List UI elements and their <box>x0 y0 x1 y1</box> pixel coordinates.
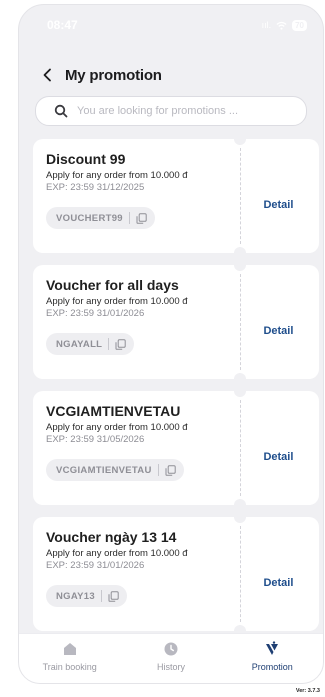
ticket-divider <box>240 274 241 370</box>
copy-icon[interactable] <box>115 338 126 350</box>
chevron-left-icon <box>43 68 51 82</box>
ticket-notch <box>234 511 246 523</box>
bottom-tab-bar: Train booking History Promotion <box>19 633 323 683</box>
ticket-notch <box>234 247 246 259</box>
voucher-card: Voucher for all days Apply for any order… <box>33 259 319 385</box>
voucher-action: Detail <box>237 139 319 253</box>
app-screen: 08:47 ııl. 70 My promotion Discount 99 A… <box>18 4 324 684</box>
voucher-list: Discount 99 Apply for any order from 10.… <box>33 133 319 643</box>
voucher-expiry: EXP: 23:59 31/12/2025 <box>46 182 145 193</box>
ticket-notch <box>234 133 246 145</box>
voucher-expiry: EXP: 23:59 31/01/2026 <box>46 308 145 319</box>
search-icon <box>54 104 68 118</box>
ticket-notch <box>234 385 246 397</box>
clock-icon <box>164 642 178 656</box>
promotion-icon <box>266 641 279 655</box>
signal-icon: ııl. <box>261 20 272 30</box>
voucher-card: VCGIAMTIENVETAU Apply for any order from… <box>33 385 319 511</box>
status-icons: ııl. 70 <box>261 19 307 31</box>
voucher-title: Discount 99 <box>46 151 126 167</box>
ticket-notch <box>234 373 246 385</box>
voucher-action: Detail <box>237 517 319 631</box>
search-bar[interactable] <box>35 96 307 126</box>
voucher-card: Voucher ngày 13 14 Apply for any order f… <box>33 511 319 637</box>
home-icon <box>63 643 76 655</box>
voucher-description: Apply for any order from 10.000 đ <box>46 422 188 433</box>
chip-divider <box>157 464 159 476</box>
tab-promotion[interactable]: Promotion <box>222 634 323 683</box>
voucher-description: Apply for any order from 10.000 đ <box>46 170 188 181</box>
tab-history[interactable]: History <box>120 634 221 683</box>
voucher-code-chip[interactable]: VCGIAMTIENVETAU <box>46 459 184 481</box>
voucher-action: Detail <box>237 265 319 379</box>
tab-label: Promotion <box>251 662 293 672</box>
battery-indicator: 70 <box>292 19 307 31</box>
detail-button[interactable]: Detail <box>263 451 293 463</box>
search-input[interactable] <box>77 105 297 117</box>
voucher-code: NGAY13 <box>56 590 95 602</box>
voucher-code: VOUCHERT99 <box>56 212 123 224</box>
copy-icon[interactable] <box>108 590 119 602</box>
voucher-title: Voucher ngày 13 14 <box>46 529 177 545</box>
voucher-code-chip[interactable]: VOUCHERT99 <box>46 207 155 229</box>
copy-icon[interactable] <box>136 212 147 224</box>
chip-divider <box>108 338 110 350</box>
voucher-card: Discount 99 Apply for any order from 10.… <box>33 133 319 259</box>
voucher-expiry: EXP: 23:59 31/01/2026 <box>46 560 145 571</box>
ticket-divider <box>240 526 241 622</box>
chip-divider <box>100 590 102 602</box>
voucher-info: Discount 99 Apply for any order from 10.… <box>33 139 238 253</box>
app-version: Ver: 3.7.3 <box>295 688 320 694</box>
ticket-notch <box>234 259 246 271</box>
ticket-notch <box>234 499 246 511</box>
voucher-code-chip[interactable]: NGAY13 <box>46 585 127 607</box>
voucher-expiry: EXP: 23:59 31/05/2026 <box>46 434 145 445</box>
chip-divider <box>128 212 130 224</box>
status-time: 08:47 <box>47 18 78 32</box>
status-bar: 08:47 ııl. 70 <box>47 17 307 33</box>
ticket-divider <box>240 400 241 496</box>
voucher-action: Detail <box>237 391 319 505</box>
tab-label: Train booking <box>42 662 97 672</box>
voucher-title: VCGIAMTIENVETAU <box>46 403 181 419</box>
wifi-icon <box>276 21 287 30</box>
page-header: My promotion <box>37 63 307 87</box>
voucher-code: VCGIAMTIENVETAU <box>56 464 152 476</box>
voucher-title: Voucher for all days <box>46 277 179 293</box>
detail-button[interactable]: Detail <box>263 199 293 211</box>
voucher-info: Voucher ngày 13 14 Apply for any order f… <box>33 517 238 631</box>
detail-button[interactable]: Detail <box>263 577 293 589</box>
tab-train-booking[interactable]: Train booking <box>19 634 120 683</box>
voucher-info: VCGIAMTIENVETAU Apply for any order from… <box>33 391 238 505</box>
voucher-code-chip[interactable]: NGAYALL <box>46 333 135 355</box>
voucher-info: Voucher for all days Apply for any order… <box>33 265 238 379</box>
copy-icon[interactable] <box>165 464 176 476</box>
back-button[interactable] <box>37 65 57 85</box>
tab-label: History <box>156 662 185 672</box>
page-title: My promotion <box>65 66 162 84</box>
voucher-code: NGAYALL <box>56 338 103 350</box>
detail-button[interactable]: Detail <box>263 325 293 337</box>
ticket-divider <box>240 148 241 244</box>
voucher-description: Apply for any order from 10.000 đ <box>46 548 188 559</box>
voucher-description: Apply for any order from 10.000 đ <box>46 296 188 307</box>
